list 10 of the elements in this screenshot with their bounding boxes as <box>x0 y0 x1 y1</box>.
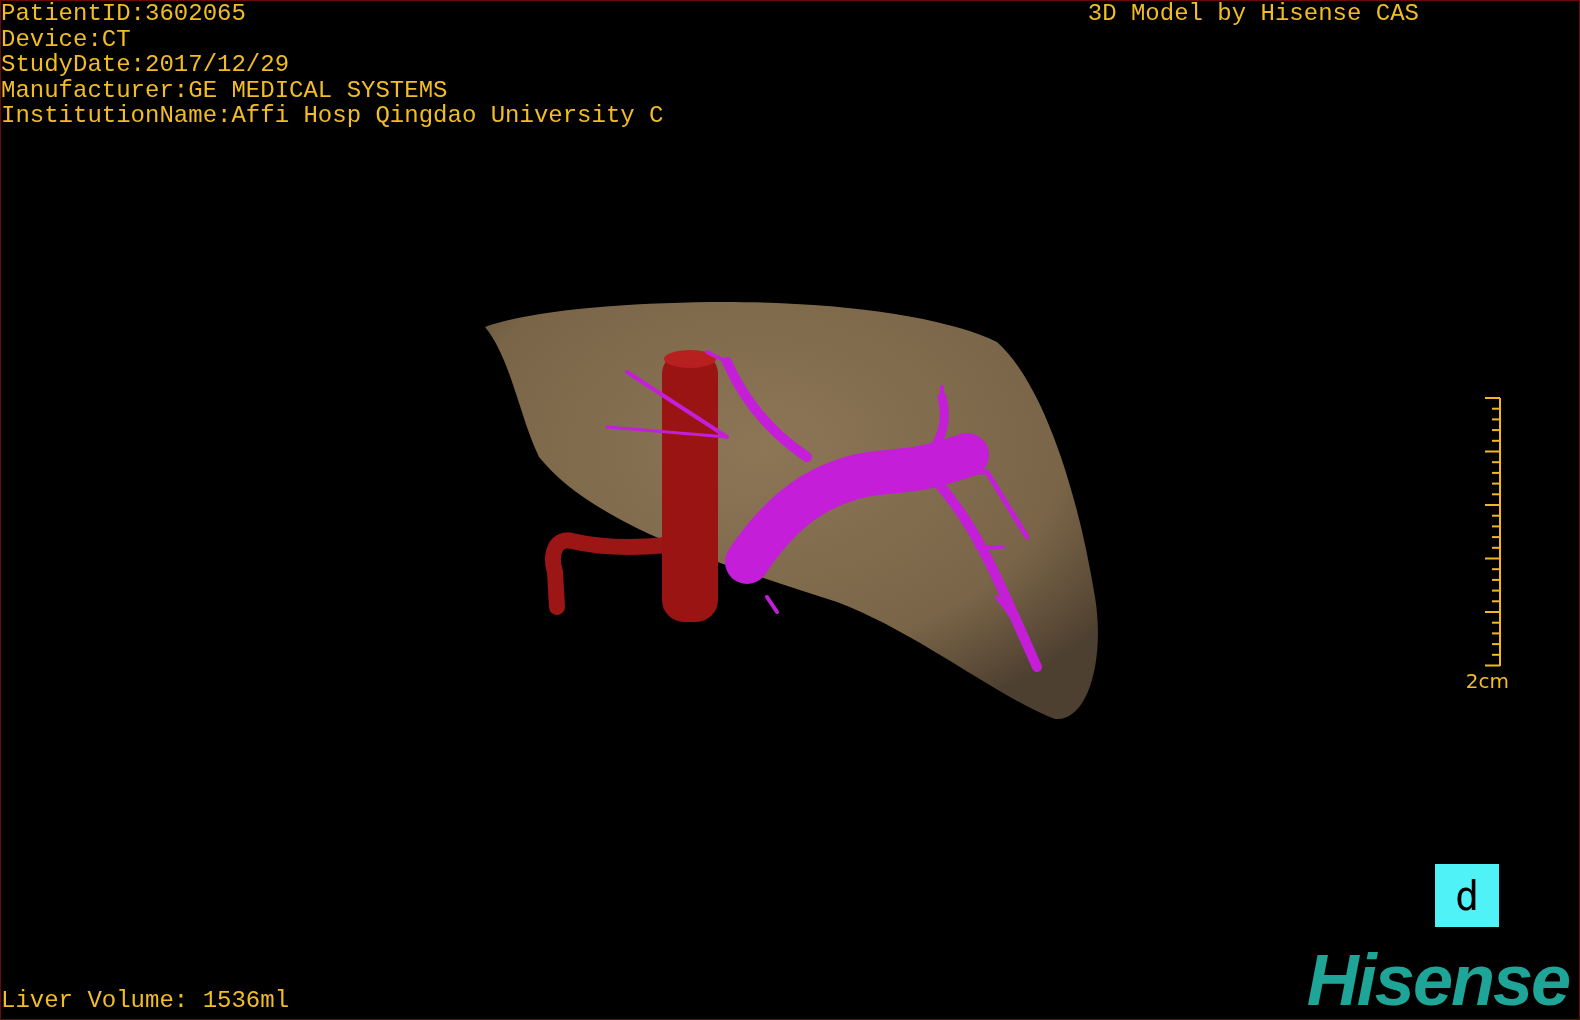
patient-info-line: Manufacturer:GE MEDICAL SYSTEMS <box>1 77 449 103</box>
liver-volume-label: Liver Volume: 1536ml <box>1 987 290 1013</box>
patient-info-line: PatientID:3602065 <box>1 1 247 27</box>
patient-info-line: StudyDate:2017/12/29 <box>1 52 291 78</box>
scale-label: 2cm <box>1465 668 1509 694</box>
viewer-title: 3D Model by Hisense CAS <box>1087 1 1419 27</box>
brand-logo: Hisense <box>1306 947 1570 1013</box>
patient-info-line: Device:CT <box>1 26 132 52</box>
view-toggle-button[interactable]: d <box>1435 864 1499 927</box>
patient-info-line: InstitutionName:Affi Hosp Qingdao University C <box>1 103 664 129</box>
